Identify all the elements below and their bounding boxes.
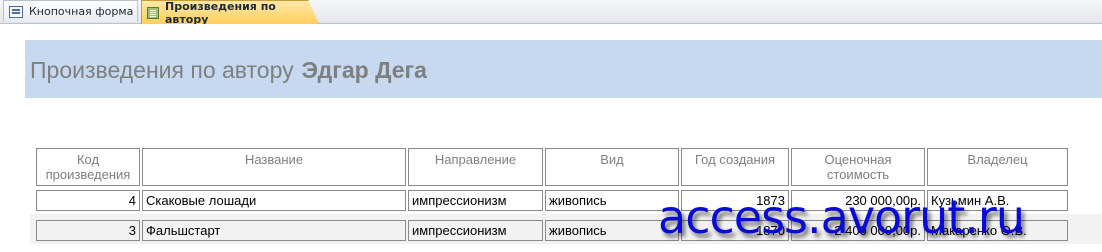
tab-switchboard-form[interactable]: Кнопочная форма — [3, 0, 138, 22]
tab-works-by-author[interactable]: Произведения по автору — [141, 0, 319, 24]
tab-label: Произведения по автору — [165, 0, 276, 26]
column-header-value: Оценочная стоимость — [791, 148, 925, 186]
cell-name: Фальшстарт — [142, 220, 406, 241]
cell-code: 3 — [36, 220, 140, 241]
form-icon — [9, 5, 23, 18]
column-header-name: Название — [142, 148, 406, 186]
watermark: access.avorut.ru — [658, 190, 1025, 244]
cell-direction: импрессионизм — [408, 220, 543, 241]
report-title-text: Произведения по автору — [30, 57, 294, 83]
cell-name: Скаковые лошади — [142, 190, 406, 211]
column-header-kind: Вид — [545, 148, 679, 186]
cell-direction: импрессионизм — [408, 190, 543, 211]
cell-code: 4 — [36, 190, 140, 211]
tab-label: Кнопочная форма — [29, 5, 134, 18]
column-header-direction: Направление — [408, 148, 543, 186]
author-name: Эдгар Дега — [301, 57, 427, 83]
document-tab-bar: Кнопочная форма Произведения по автору — [0, 0, 1102, 24]
column-header-code: Код произведения — [36, 148, 140, 186]
column-header-year: Год создания — [681, 148, 789, 186]
report-title: Произведения по автору Эдгар Дега — [30, 57, 427, 84]
column-header-owner: Владелец — [927, 148, 1068, 186]
report-icon — [147, 6, 159, 19]
